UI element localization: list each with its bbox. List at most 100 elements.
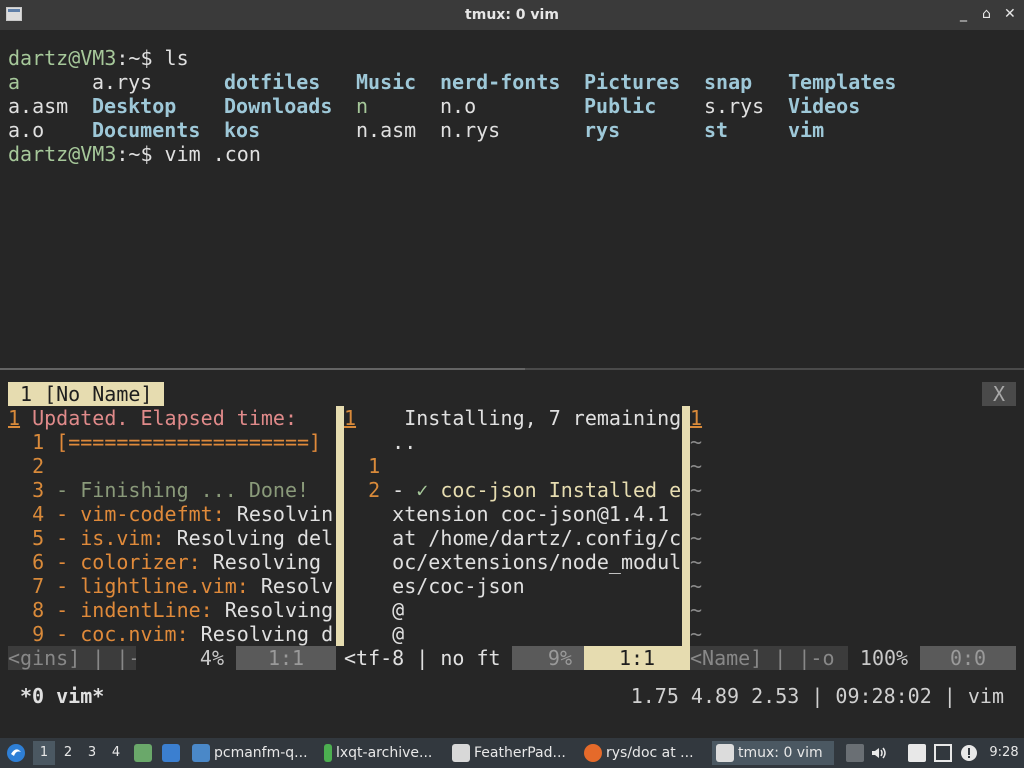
tray-expand-icon[interactable] <box>846 744 864 762</box>
ls-entry: a.o <box>8 118 45 142</box>
vim-line: @ <box>344 598 404 622</box>
line-text: - indentLine: <box>44 598 225 622</box>
vim-line: 6 - colorizer: Resolving <box>8 550 321 574</box>
folder-icon <box>134 744 152 762</box>
prompt-path: :~$ <box>116 46 153 70</box>
vim-line: 1 <box>344 454 380 478</box>
ls-entry: Templates <box>788 70 897 94</box>
ls-entry: a <box>8 70 21 94</box>
tmux-window-item[interactable]: *0 vim* <box>20 684 104 708</box>
task-tmux-active[interactable]: tmux: 0 vim <box>712 741 834 765</box>
line-text: es/coc-json <box>344 574 525 598</box>
task-label: pcmanfm-q... <box>214 745 308 761</box>
statusline-mid-position: 1:1 <box>584 646 690 670</box>
load-average: 1.75 4.89 2.53 <box>630 684 800 708</box>
vim-tab[interactable]: 1 [No Name] <box>8 382 165 406</box>
task-firefox[interactable]: rys/doc at ... <box>584 741 708 765</box>
line-number: 4 <box>8 502 45 526</box>
feather-icon <box>452 744 470 762</box>
prompt-command: ls <box>152 46 189 70</box>
vim-line: 3 - Finishing ... Done! <box>8 478 309 502</box>
ls-entry: kos <box>224 118 261 142</box>
tmux-pane-divider[interactable] <box>0 368 1024 370</box>
line-text: oc/extensions/node_modul <box>344 550 680 574</box>
shell-prompt-line: dartz@VM3:~$ ls <box>8 46 189 70</box>
quicklaunch-show-desktop[interactable] <box>162 741 186 765</box>
line-number: 9 <box>8 622 45 646</box>
empty-line-tilde: ~ <box>690 622 703 646</box>
desktop-switch-1[interactable]: 1 <box>33 741 55 765</box>
vim-window-middle[interactable]: 1 Installing, 7 remaining. .. 1 2 - ✓ co… <box>344 406 680 646</box>
task-label: lxqt-archive... <box>336 745 433 761</box>
prompt-command: vim .con <box>152 142 261 166</box>
ls-entry: n.asm <box>356 118 417 142</box>
ls-entry: Videos <box>788 94 861 118</box>
line-text: - ✓ coc-json Installed e <box>380 478 680 502</box>
taskbar: 1 2 3 4 pcmanfm-q... lxqt-archive... Fea… <box>0 738 1024 768</box>
desktop-switch-2[interactable]: 2 <box>57 741 79 765</box>
line-text: Updated. Elapsed time: <box>20 406 310 430</box>
line-number: 2 <box>344 478 381 502</box>
line-text-rest: Resolv <box>260 574 334 598</box>
volume-icon[interactable] <box>870 744 888 762</box>
lxqt-logo-icon <box>7 744 25 762</box>
vim-window-right[interactable]: 1 ~ ~ ~ ~ ~ ~ ~ ~ ~ <box>690 406 1016 646</box>
taskbar-clock[interactable]: 9:28 <box>986 741 1022 765</box>
show-desktop-icon <box>162 744 180 762</box>
ls-entry: snap <box>704 70 753 94</box>
vim-line: 1 Installing, 7 remaining. <box>344 406 680 430</box>
task-label: rys/doc at ... <box>606 745 694 761</box>
task-pcmanfm[interactable]: pcmanfm-q... <box>192 741 320 765</box>
maximize-button[interactable]: ⌂ <box>982 6 991 22</box>
vim-window-left[interactable]: 1 Updated. Elapsed time: 1 [============… <box>8 406 336 646</box>
vim-vertical-split[interactable] <box>336 406 344 646</box>
vim-line: 8 - indentLine: Resolving <box>8 598 333 622</box>
quicklaunch-files[interactable] <box>134 741 158 765</box>
ls-entry: Public <box>584 94 657 118</box>
vim-line: @ <box>344 622 404 646</box>
ls-entry: Music <box>356 70 417 94</box>
empty-line-tilde: ~ <box>690 550 703 574</box>
line-number: 1 <box>8 406 21 430</box>
task-featherpad[interactable]: FeatherPad... <box>452 741 578 765</box>
network-icon[interactable] <box>934 744 952 762</box>
desktop-switch-3[interactable]: 3 <box>81 741 103 765</box>
line-text: - is.vim: <box>44 526 177 550</box>
start-menu-button[interactable] <box>6 741 28 765</box>
vim-line: 2 <box>8 454 44 478</box>
line-text: at /home/dartz/.config/c <box>344 526 680 550</box>
clipboard-icon[interactable] <box>908 744 926 762</box>
line-text-rest: Resolving del <box>176 526 334 550</box>
vim-tab-close-button[interactable]: X <box>982 382 1016 406</box>
task-lxqt-archiver[interactable]: lxqt-archive... <box>324 741 448 765</box>
minimize-button[interactable]: _ <box>960 6 967 22</box>
ls-entry: Documents <box>92 118 201 142</box>
vim-line: oc/extensions/node_modul <box>344 550 680 574</box>
line-text: - vim-codefmt: <box>44 502 237 526</box>
line-text: @ <box>344 598 405 622</box>
close-button[interactable]: ✕ <box>1004 6 1016 22</box>
statusline-left-position: 1:1 <box>236 646 336 670</box>
terminal-icon <box>716 744 734 762</box>
desktop-switch-4[interactable]: 4 <box>105 741 127 765</box>
vim-vertical-split[interactable] <box>682 406 690 646</box>
line-text: xtension coc-json@1.4.1 <box>344 502 670 526</box>
ls-entry: Downloads <box>224 94 333 118</box>
archive-icon <box>324 744 332 762</box>
window-titlebar[interactable]: tmux: 0 vim _ ⌂ ✕ <box>0 0 1024 30</box>
terminal-area[interactable]: dartz@VM3:~$ ls a a.rys dotfiles Music nerd-… <box>0 30 1024 738</box>
line-text-rest: Resolving <box>224 598 334 622</box>
line-number: 6 <box>8 550 45 574</box>
vim-line: xtension coc-json@1.4.1 <box>344 502 669 526</box>
tmux-clock: 09:28:02 <box>835 684 932 708</box>
line-number: 1 <box>344 406 357 430</box>
line-text: - Finishing ... Done! <box>44 478 310 502</box>
vim-line: at /home/dartz/.config/c <box>344 526 680 550</box>
line-text: [====================] <box>44 430 322 454</box>
line-text: @ <box>344 622 405 646</box>
ls-entry: nerd-fonts <box>440 70 561 94</box>
ls-entry: a.asm <box>8 94 69 118</box>
notification-icon[interactable] <box>960 744 978 762</box>
vim-line: es/coc-json <box>344 574 525 598</box>
prompt-path: :~$ <box>116 142 153 166</box>
